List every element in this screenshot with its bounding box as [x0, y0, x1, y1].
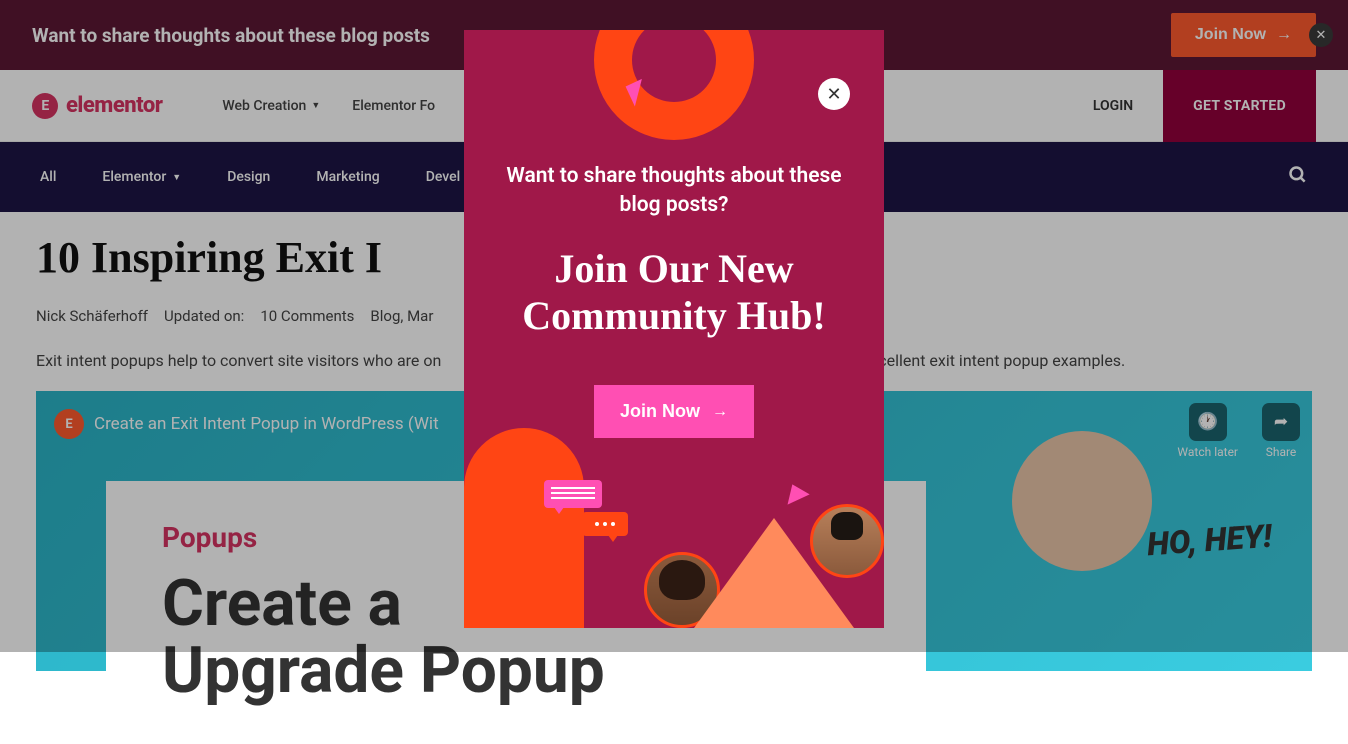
search-icon[interactable]: [1288, 165, 1308, 190]
nav-elementor-for[interactable]: Elementor Fo: [352, 98, 435, 114]
avatar-person-2: [810, 504, 884, 578]
categories-link[interactable]: Blog, Mar: [370, 307, 433, 325]
updated-label: Updated on:: [164, 307, 244, 325]
caret-down-icon: ▼: [172, 172, 181, 183]
video-channel-icon[interactable]: E: [54, 409, 84, 439]
ring-shape: [594, 30, 754, 140]
subnav-all[interactable]: All: [40, 169, 56, 185]
woman-image: [1012, 431, 1152, 571]
subnav-marketing[interactable]: Marketing: [316, 169, 379, 185]
modal-button-label: Join Now: [620, 401, 700, 422]
modal-heading: Join Our New Community Hub!: [500, 245, 848, 339]
community-modal: ✕ Want to share thoughts about these blo…: [464, 30, 884, 628]
modal-top-graphic: [594, 30, 754, 140]
login-link[interactable]: LOGIN: [1063, 98, 1163, 114]
nav-label: Elementor Fo: [352, 98, 435, 114]
video-title[interactable]: Create an Exit Intent Popup in WordPress…: [94, 414, 439, 434]
modal-bottom-graphic: [464, 458, 884, 628]
share-icon: ➦: [1262, 403, 1300, 441]
cursor-icon: [782, 484, 809, 511]
modal-join-button[interactable]: Join Now →: [594, 385, 754, 438]
hohey-text: HO, HEY!: [1146, 517, 1273, 564]
elementor-logo[interactable]: E elementor: [32, 93, 162, 119]
comments-link[interactable]: 10 Comments: [260, 307, 354, 325]
banner-close-button[interactable]: ✕: [1309, 23, 1333, 47]
subnav-development[interactable]: Devel: [426, 169, 460, 185]
desc-end: e excellent exit intent popup examples.: [850, 351, 1126, 370]
author-name[interactable]: Nick Schäferhoff: [36, 307, 148, 325]
video-right-graphic: HO, HEY!: [932, 451, 1272, 671]
subnav-design[interactable]: Design: [227, 169, 270, 185]
subnav-label: Elementor: [102, 169, 166, 185]
nav-label: Web Creation: [222, 98, 306, 114]
logo-text: elementor: [66, 93, 162, 118]
logo-icon: E: [32, 93, 58, 119]
nav-web-creation[interactable]: Web Creation ▼: [222, 98, 320, 114]
caret-down-icon: ▼: [311, 100, 320, 111]
arrow-right-icon: →: [1276, 26, 1292, 44]
modal-close-button[interactable]: ✕: [818, 78, 850, 110]
nav-items: Web Creation ▼ Elementor Fo: [222, 98, 435, 114]
red-shape: [464, 488, 584, 628]
banner-join-button[interactable]: Join Now →: [1171, 13, 1316, 57]
join-label: Join Now: [1195, 26, 1266, 44]
desc-start: Exit intent popups help to convert site …: [36, 351, 441, 370]
banner-text: Want to share thoughts about these blog …: [32, 24, 430, 47]
title-start: 10 Inspiring Exit I: [36, 233, 382, 282]
get-started-button[interactable]: GET STARTED: [1163, 70, 1316, 142]
arrow-right-icon: →: [712, 403, 728, 421]
clock-icon: 🕐: [1189, 403, 1227, 441]
nav-right: LOGIN GET STARTED: [1063, 70, 1316, 142]
typing-bubble-icon: [582, 512, 628, 536]
modal-question: Want to share thoughts about these blog …: [500, 162, 848, 221]
chat-bubble-icon: [544, 480, 602, 508]
subnav-elementor[interactable]: Elementor ▼: [102, 169, 181, 185]
